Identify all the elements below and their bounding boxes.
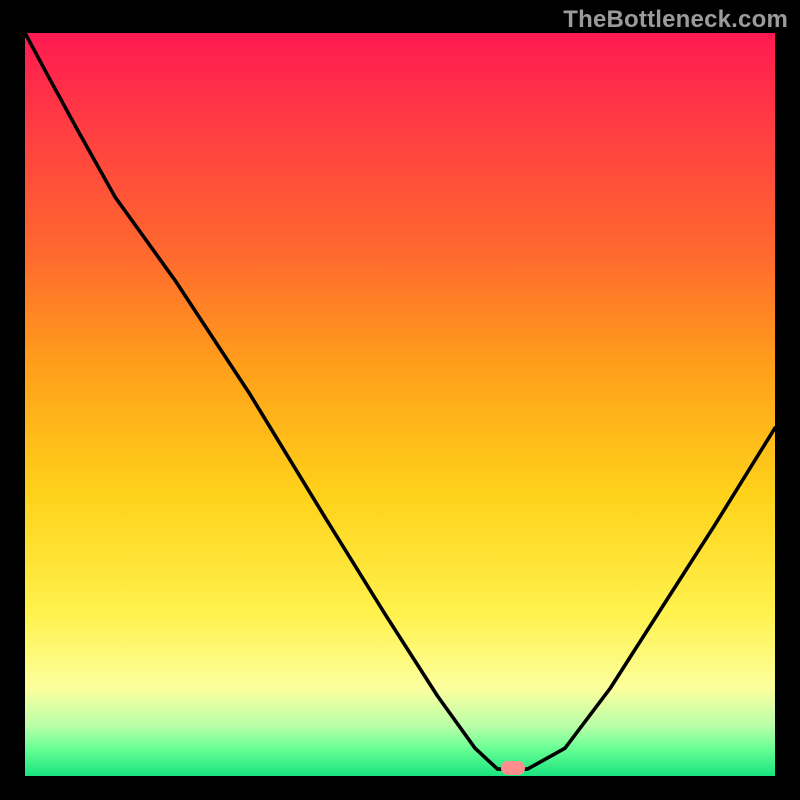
optimum-marker	[501, 761, 525, 775]
curve-path	[25, 33, 775, 769]
plot-area	[25, 33, 775, 778]
bottleneck-curve	[25, 33, 775, 778]
chart-frame: TheBottleneck.com	[0, 0, 800, 800]
watermark-text: TheBottleneck.com	[563, 6, 788, 34]
